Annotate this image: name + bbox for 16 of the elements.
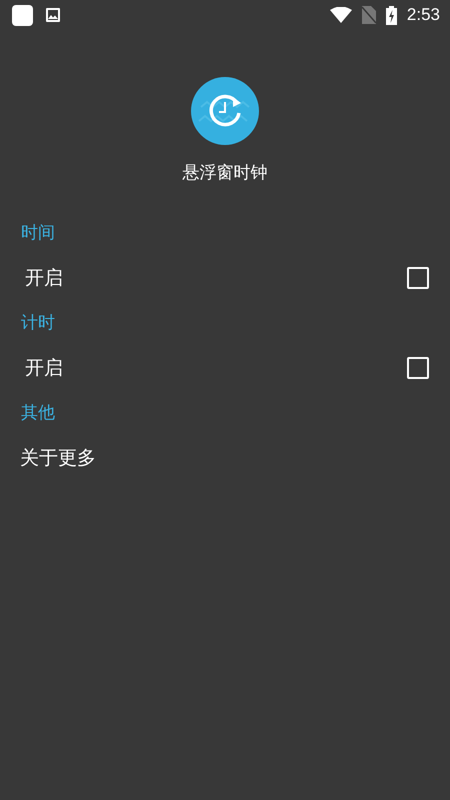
wifi-icon — [330, 7, 352, 23]
menu-item[interactable]: 关于更多 — [20, 445, 96, 471]
setting-label[interactable]: 开启 — [25, 265, 63, 291]
image-icon — [45, 7, 61, 23]
app-notification-icon — [12, 4, 33, 26]
app-title: 悬浮窗时钟 — [182, 162, 268, 185]
checkbox[interactable] — [407, 267, 429, 289]
section-header: 其他 — [20, 402, 56, 425]
setting-label[interactable]: 开启 — [25, 355, 63, 381]
clock-time: 2:53 — [406, 5, 440, 25]
checkbox[interactable] — [407, 357, 429, 379]
section-header: 计时 — [20, 312, 56, 335]
section-header: 时间 — [20, 222, 56, 245]
clock-logo-icon — [191, 77, 259, 145]
no-sim-icon — [362, 6, 376, 24]
battery-charging-icon — [386, 6, 397, 24]
